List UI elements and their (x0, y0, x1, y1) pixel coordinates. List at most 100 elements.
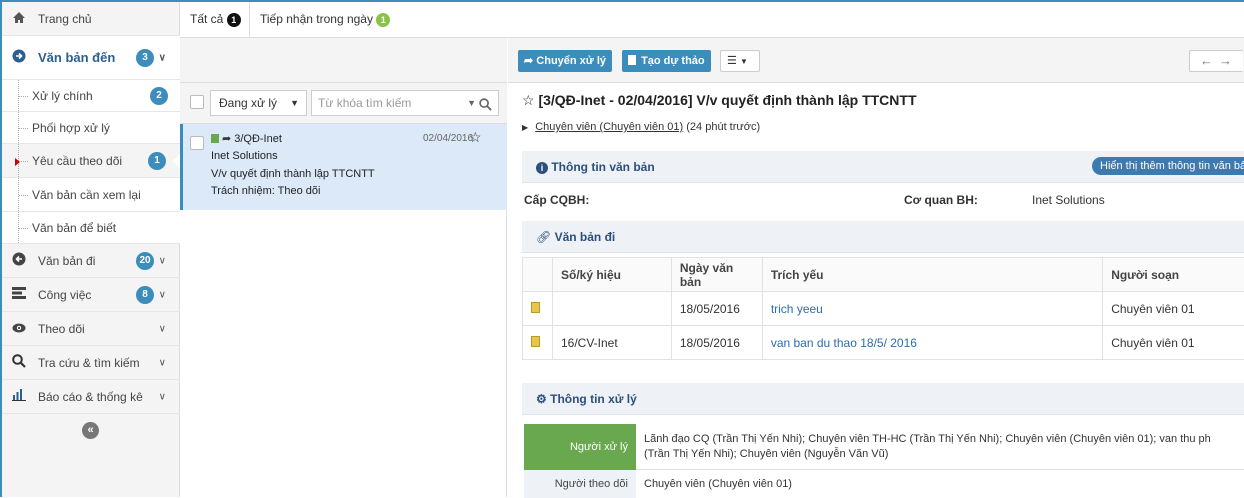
eye-icon (12, 321, 26, 336)
sidebar-subitem-info[interactable]: Văn bản để biết (2, 212, 180, 244)
sidebar-item-label: Xử lý chính (32, 89, 93, 103)
item-checkbox[interactable] (190, 136, 204, 150)
section-title: Thông tin xử lý (550, 392, 637, 406)
item-org: Inet Solutions (211, 150, 278, 162)
agency-value: Inet Solutions (1032, 193, 1105, 207)
list-item[interactable]: ➦ 3/QĐ-Inet 02/04/2016 ☆ Inet Solutions … (180, 124, 507, 210)
sidebar-item-home[interactable]: Trang chủ (2, 2, 180, 36)
sidebar-subitem-coordinate[interactable]: Phối hợp xử lý (2, 112, 180, 144)
tab-divider (249, 2, 250, 37)
file-icon (628, 55, 636, 65)
tab-all[interactable]: Tất cả 1 (190, 2, 241, 37)
list-filter-bar: Đang xử lý ▼ Từ khóa tìm kiếm ▼ (180, 83, 507, 124)
search-icon[interactable] (479, 95, 492, 119)
item-responsibility: Trách nhiệm: Theo dõi (211, 185, 320, 197)
sidebar-item-incoming[interactable]: Văn bản đến 3 ∨ (2, 36, 180, 80)
tasks-icon (12, 287, 26, 302)
sidebar-item-outgoing[interactable]: Văn bản đi 20 ∨ (2, 244, 180, 278)
status-filter-select[interactable]: Đang xử lý ▼ (210, 90, 307, 116)
sidebar-item-reports[interactable]: Báo cáo & thống kê ∨ (2, 380, 180, 414)
count-badge: 1 (148, 152, 166, 170)
sidebar-item-search[interactable]: Tra cứu & tìm kiếm ∨ (2, 346, 180, 380)
summary-link[interactable]: van ban du thao 18/5/ 2016 (771, 336, 917, 350)
outgoing-docs-section-header: 🔗︎ Văn bản đi (522, 221, 1244, 253)
chevron-down-icon: ∨ (159, 255, 166, 266)
handler-label: Người xử lý (524, 424, 636, 470)
outgoing-docs-table: Số/ký hiệu Ngày văn bản Trích yếu Người … (522, 257, 1244, 360)
list-menu-icon: ☰ (727, 55, 737, 67)
agency-label: Cơ quan BH: (904, 193, 978, 207)
item-date: 02/04/2016 (423, 133, 473, 144)
cell-number (552, 292, 671, 326)
follower-value: Chuyên viên (Chuyên viên 01) (636, 470, 1244, 498)
sidebar-item-label: Văn bản cần xem lại (32, 188, 141, 202)
status-filter-value: Đang xử lý (219, 96, 277, 110)
chevron-down-icon: ∨ (159, 391, 166, 402)
create-draft-button[interactable]: Tạo dự thảo (622, 50, 711, 72)
chevron-down-icon: ∨ (159, 289, 166, 300)
star-icon[interactable]: ☆ (522, 92, 535, 108)
document-title-row: ☆ [3/QĐ-Inet - 02/04/2016] V/v quyết địn… (522, 92, 917, 109)
list-empty-header (180, 38, 507, 83)
more-menu-button[interactable]: ☰ ▼ (720, 50, 760, 72)
arrow-left-icon[interactable]: ← (1200, 53, 1219, 68)
cell-author: Chuyên viên 01 (1103, 292, 1244, 326)
arrow-right-icon[interactable]: → (1219, 53, 1238, 68)
count-badge: 3 (136, 49, 154, 67)
keyword-search-input[interactable]: Từ khóa tìm kiếm ▼ (311, 90, 499, 116)
sidebar-item-label: Trang chủ (38, 12, 92, 26)
section-title: Văn bản đi (555, 230, 616, 244)
tab-label: Tất cả (190, 12, 223, 26)
table-row[interactable]: 16/CV-Inet 18/05/2016 van ban du thao 18… (523, 326, 1244, 360)
sidebar-item-label: Theo dõi (38, 322, 85, 336)
sidebar-item-label: Phối hợp xử lý (32, 121, 110, 135)
tab-count-badge: 1 (376, 13, 390, 27)
button-label: Chuyển xử lý (536, 55, 606, 67)
prev-next-buttons[interactable]: ←→ (1189, 50, 1243, 72)
select-all-checkbox[interactable] (190, 95, 204, 109)
item-subject: V/v quyết định thành lập TTCNTT (211, 168, 375, 180)
button-label: Tạo dự thảo (641, 55, 705, 67)
sidebar-item-label: Văn bản đến (38, 50, 115, 65)
document-icon (211, 134, 219, 143)
doc-file-icon[interactable] (523, 326, 553, 360)
forward-process-button[interactable]: ➦ Chuyển xử lý (518, 50, 612, 72)
sidebar-item-label: Tra cứu & tìm kiếm (38, 356, 140, 370)
handler-value-line: Lãnh đạo CQ (Trần Thị Yến Nhi); Chuyên v… (644, 432, 1244, 447)
sidebar-subitem-review[interactable]: Văn bản cần xem lại (2, 178, 180, 212)
detail-toolbar: ➦ Chuyển xử lý Tạo dự thảo ☰ ▼ ←→ (508, 38, 1244, 83)
sidebar-item-follow[interactable]: Theo dõi ∨ (2, 312, 180, 346)
caret-right-icon[interactable]: ▶ (522, 123, 528, 132)
link-icon: 🔗︎ (536, 230, 551, 244)
sidebar-item-label: Văn bản để biết (32, 221, 116, 235)
document-title: [3/QĐ-Inet - 02/04/2016] V/v quyết định … (538, 92, 916, 108)
column-header: Ngày văn bản (671, 258, 762, 292)
count-badge: 8 (136, 286, 154, 304)
sidebar-item-tasks[interactable]: Công việc 8 ∨ (2, 278, 180, 312)
cell-date: 18/05/2016 (671, 292, 762, 326)
document-list-pane: Đang xử lý ▼ Từ khóa tìm kiếm ▼ ➦ 3/QĐ-I… (180, 38, 507, 497)
sender-row: ▶ Chuyên viên (Chuyên viên 01) (24 phút … (522, 121, 760, 133)
sender-time: (24 phút trước) (686, 121, 760, 133)
tab-today[interactable]: Tiếp nhận trong ngày 1 (260, 2, 390, 37)
caret-down-icon[interactable]: ▼ (467, 91, 476, 115)
column-header: Trích yếu (762, 258, 1102, 292)
cell-date: 18/05/2016 (671, 326, 762, 360)
tab-count-badge: 1 (227, 13, 241, 27)
sidebar-item-label: Yêu cầu theo dõi (32, 154, 122, 168)
chevron-down-icon: ∨ (159, 52, 166, 63)
sender-link[interactable]: Chuyên viên (Chuyên viên 01) (535, 121, 683, 133)
share-icon: ➦ (524, 55, 533, 67)
arrow-circle-left-icon (12, 252, 26, 269)
sidebar-item-label: Văn bản đi (38, 254, 95, 268)
sidebar-subitem-follow-request[interactable]: Yêu cầu theo dõi 1 (2, 144, 180, 178)
sidebar-subitem-main[interactable]: Xử lý chính 2 (2, 80, 180, 112)
follower-label: Người theo dõi (524, 470, 636, 498)
summary-link[interactable]: trich yeeu (771, 302, 823, 316)
doc-file-icon[interactable] (523, 292, 553, 326)
star-icon[interactable]: ☆ (469, 129, 482, 146)
collapse-sidebar-icon[interactable]: « (82, 422, 99, 439)
show-more-button[interactable]: Hiển thị thêm thông tin văn bả (1092, 157, 1244, 175)
table-row[interactable]: 18/05/2016 trich yeeu Chuyên viên 01 (523, 292, 1244, 326)
tab-bar: Tất cả 1 Tiếp nhận trong ngày 1 (180, 2, 1244, 38)
